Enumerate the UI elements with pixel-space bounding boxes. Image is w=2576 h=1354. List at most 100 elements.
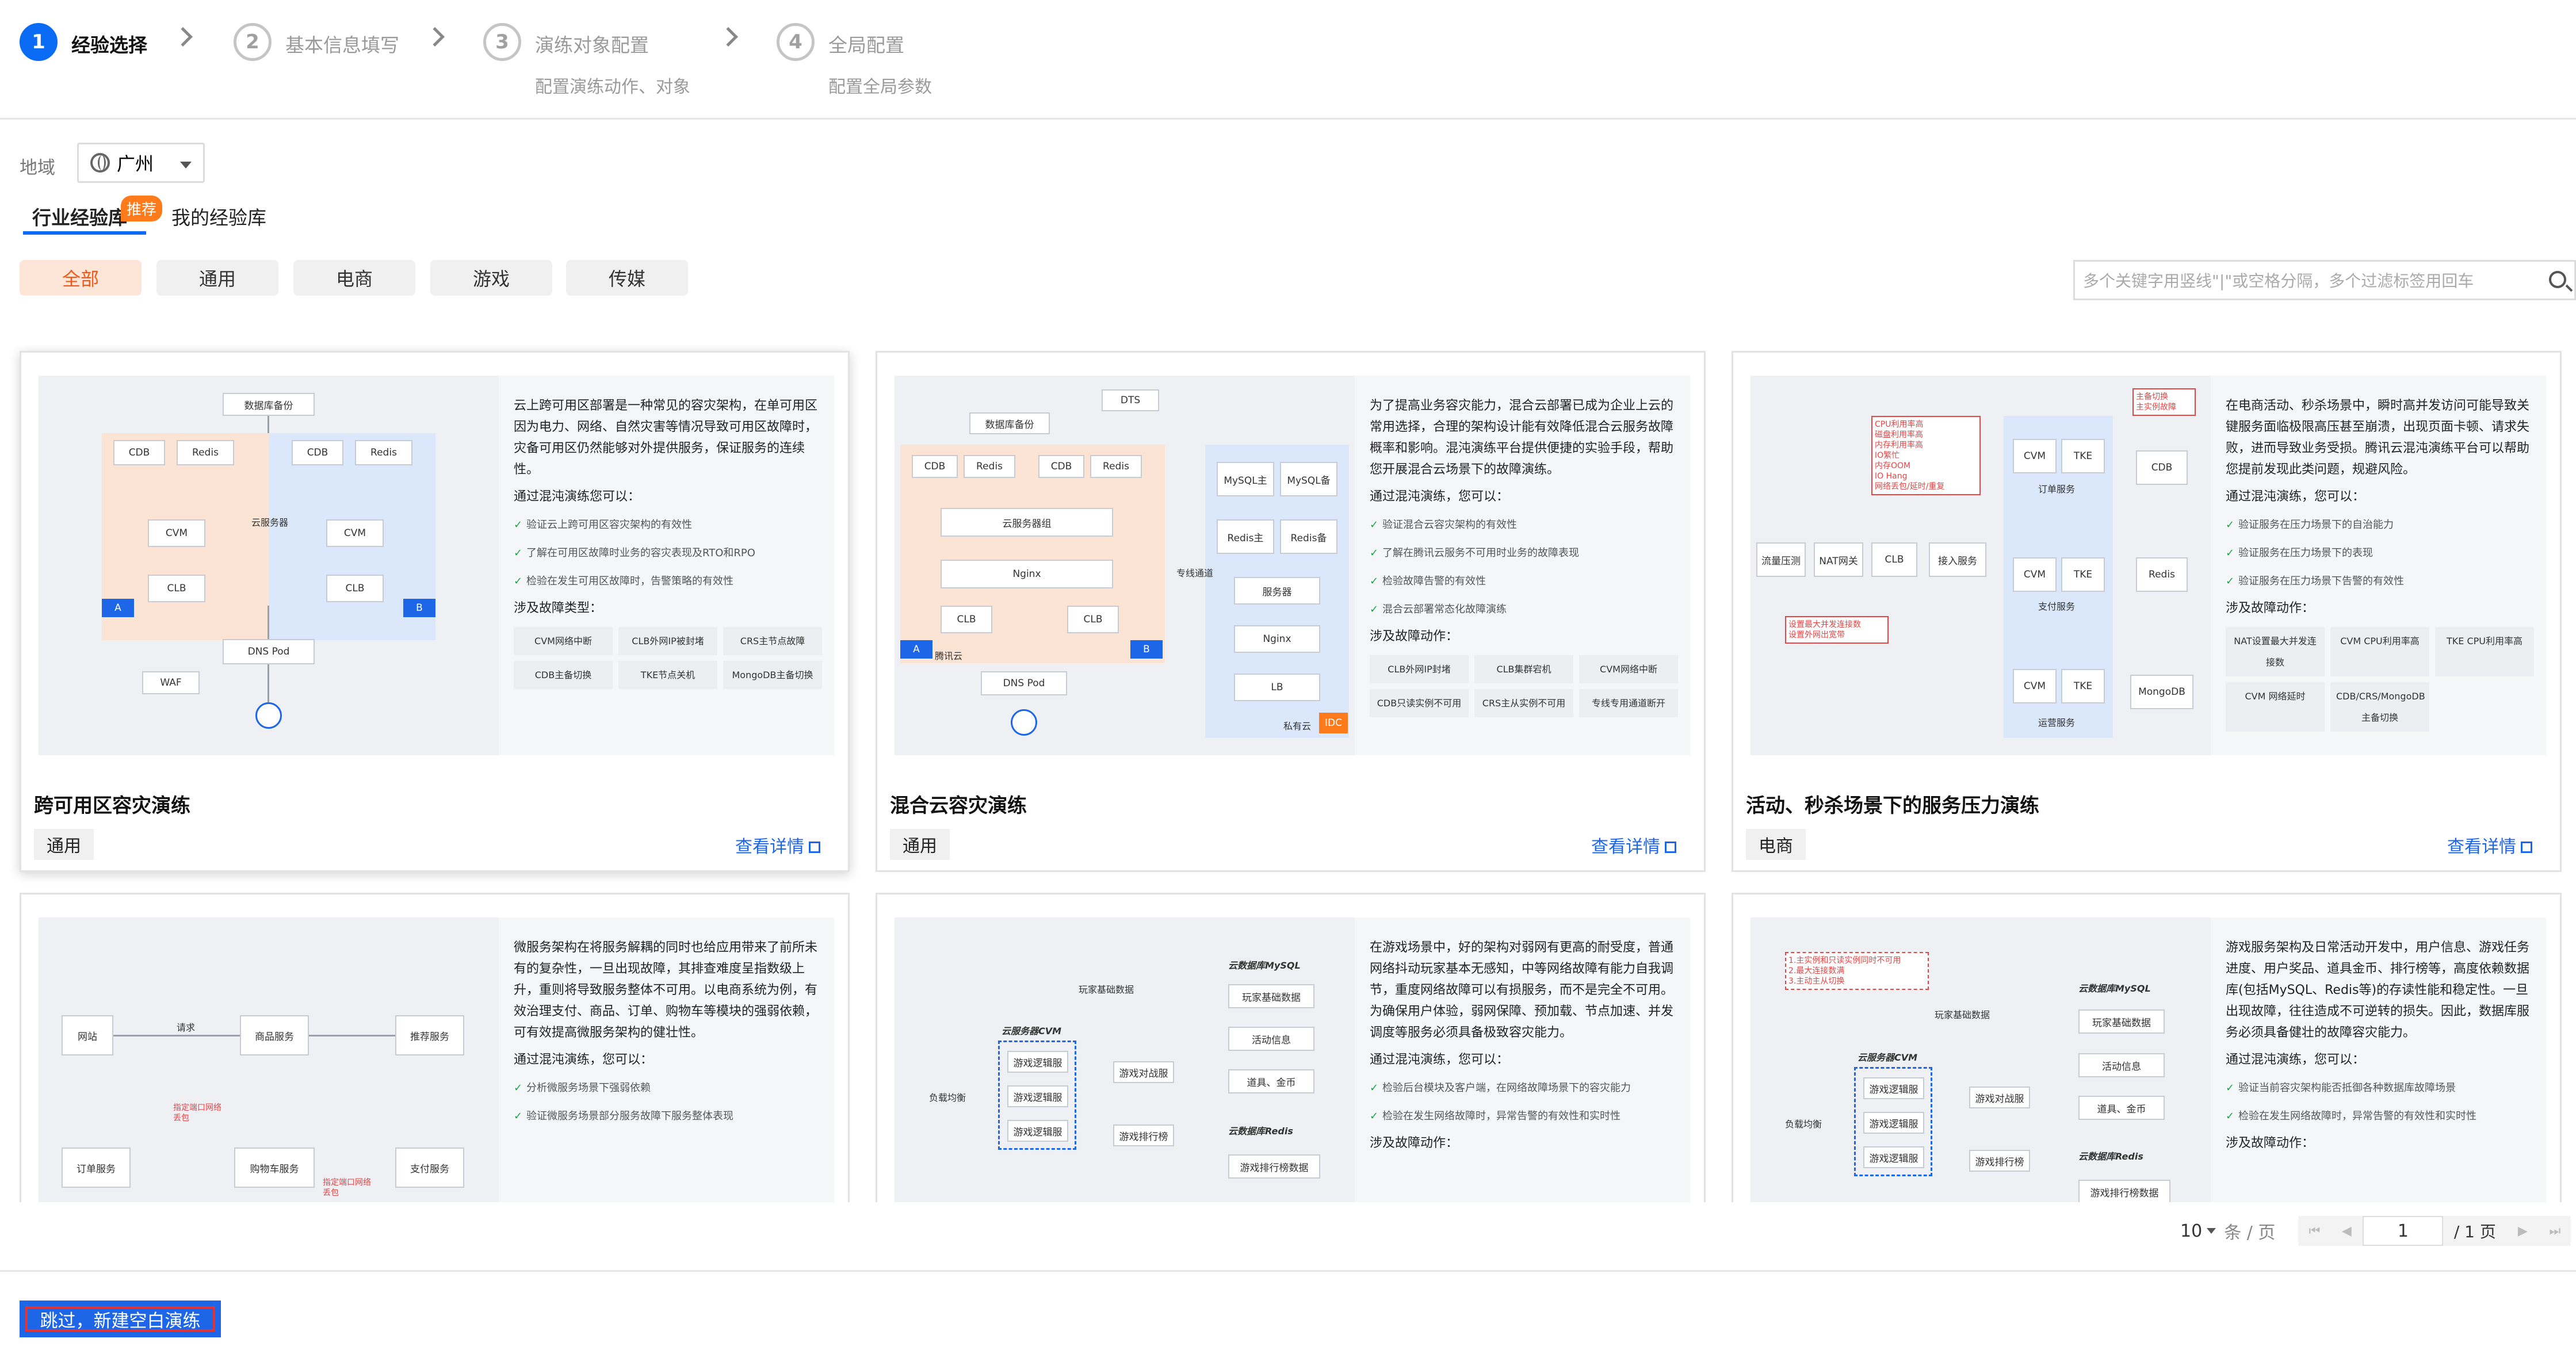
- per-page-label: 条 / 页: [2224, 1223, 2276, 1243]
- card-desc-sub2: 涉及故障类型：: [514, 601, 603, 615]
- step-3[interactable]: 3 演练对象配置 配置演练动作、对象: [483, 23, 690, 98]
- diagram-node: CDB: [2136, 450, 2188, 485]
- step-1[interactable]: 1 经验选择: [20, 23, 147, 61]
- card-description: 云上跨可用区部署是一种常见的容灾架构，在单可用区因为电力、网络、自然灾害等情况导…: [514, 395, 824, 689]
- card-category-tag: 电商: [1746, 829, 1806, 860]
- diagram-node: 玩家基础数据: [1228, 984, 1314, 1008]
- zone-a-badge: A: [900, 640, 932, 659]
- experience-card[interactable]: DTS 数据库备份 CDB Redis CDB Redis 云服务器组 Ngin…: [876, 351, 1706, 872]
- zone-b-badge: B: [1130, 640, 1163, 659]
- alert-item: 3.主动主从切换: [1788, 977, 1845, 986]
- step-1-title: 经验选择: [71, 34, 147, 56]
- diagram-node: 推荐服务: [395, 1015, 464, 1055]
- external-link-icon: [2521, 842, 2532, 853]
- region-select[interactable]: 广州: [77, 143, 205, 183]
- diagram-node: CLB: [148, 575, 205, 602]
- filter-general[interactable]: 通用: [156, 260, 278, 296]
- fault-tag: NAT设置最大并发连接数: [2226, 627, 2325, 676]
- view-details-link[interactable]: 查看详情: [2447, 832, 2532, 858]
- card-description: 在游戏场景中，好的架构对弱网有更高的耐受度，普通网络抖动玩家基本无感知，中等网络…: [1370, 937, 1680, 1154]
- diagram-node: 数据库备份: [223, 393, 315, 416]
- diagram-node: Redis: [964, 455, 1015, 478]
- tab-my-library[interactable]: 我的经验库: [171, 202, 266, 230]
- diagram-node: CLB: [941, 606, 992, 633]
- diagram-node: MySQL主: [1217, 462, 1274, 496]
- experience-card[interactable]: 负载均衡 云服务器CVM 游戏逻辑服 游戏逻辑服 游戏逻辑服 游戏对战服 游戏排…: [876, 893, 1706, 1202]
- diagram-node: NAT网关: [1814, 542, 1863, 577]
- diagram-node: Redis主: [1217, 519, 1274, 554]
- diagram-node: 商品服务: [240, 1015, 309, 1055]
- skip-create-blank-button[interactable]: 跳过，新建空白演练: [20, 1301, 221, 1337]
- card-title: 活动、秒杀场景下的服务压力演练: [1746, 794, 2039, 817]
- search-placeholder: 多个关键字用竖线"|"或空格分隔，多个过滤标签用回车: [2083, 271, 2474, 290]
- external-link-icon: [809, 842, 820, 853]
- diagram-node: 接入服务: [1929, 542, 1986, 577]
- prev-page-button[interactable]: ◀: [2330, 1216, 2363, 1246]
- page-number-input[interactable]: 1: [2363, 1216, 2444, 1246]
- alert-item: 磁盘利用率高: [1875, 430, 1923, 439]
- diagram-node: 活动信息: [2078, 1053, 2165, 1077]
- diagram-node: 数据库备份: [969, 412, 1050, 434]
- architecture-diagram: 1.主实例和只读实例同时不可用 2.最大连接数满 3.主动主从切换 负载均衡 云…: [1751, 917, 2211, 1202]
- last-page-button[interactable]: ⏭: [2539, 1216, 2571, 1246]
- diagram-node: Nginx: [1234, 625, 1320, 653]
- fault-tag: TKE CPU利用率高: [2435, 627, 2534, 676]
- next-page-button[interactable]: ▶: [2506, 1216, 2539, 1246]
- architecture-diagram: 网站 请求 商品服务 推荐服务 订单服务 购物车服务 支付服务 指定端口网络丢包…: [39, 917, 499, 1202]
- step-2[interactable]: 2 基本信息填写: [234, 23, 399, 61]
- filter-media[interactable]: 传媒: [566, 260, 688, 296]
- fault-tag: CLB集群宕机: [1474, 655, 1573, 683]
- search-input[interactable]: 多个关键字用竖线"|"或空格分隔，多个过滤标签用回车: [2073, 260, 2576, 300]
- experience-card[interactable]: CPU利用率高 磁盘利用率高 内存利用率高 IO繁忙 内存OOM IO Hang…: [1732, 351, 2562, 872]
- filter-ecommerce[interactable]: 电商: [293, 260, 415, 296]
- first-page-button[interactable]: ⏮: [2298, 1216, 2331, 1246]
- experience-card[interactable]: 数据库备份 CDB Redis CDB Redis CVM 云服务器 CVM C…: [20, 351, 850, 872]
- diagram-node: CVM: [2013, 669, 2057, 703]
- globe-icon: [90, 153, 110, 173]
- diagram-node: 游戏排行榜: [1969, 1150, 2030, 1172]
- alert-item: 主备切换: [2136, 392, 2168, 401]
- card-category-tag: 通用: [34, 829, 94, 860]
- user-icon: [255, 702, 282, 729]
- experience-card[interactable]: 网站 请求 商品服务 推荐服务 订单服务 购物车服务 支付服务 指定端口网络丢包…: [20, 893, 850, 1202]
- diagram-node: 服务器: [1234, 577, 1320, 605]
- card-point: 了解在可用区故障时业务的容灾表现及RTO和RPO: [514, 542, 824, 564]
- diagram-node: Redis备: [1280, 519, 1337, 554]
- fault-tag: CLB外网IP被封堵: [618, 627, 717, 655]
- diagram-node: CLB: [326, 575, 384, 602]
- fault-tag: CRS主节点故障: [723, 627, 822, 655]
- diagram-node: CVM: [326, 519, 384, 547]
- steps-bar: 1 经验选择 2 基本信息填写 3 演练对象配置 配置演练动作、对象 4 全局配…: [0, 0, 2576, 120]
- page-size-value: 10: [2180, 1221, 2203, 1241]
- diagram-edge: [113, 1035, 240, 1036]
- card-point: 验证服务在压力场景下的表现: [2226, 542, 2536, 564]
- view-details-link[interactable]: 查看详情: [735, 832, 820, 858]
- card-desc-text: 在游戏场景中，好的架构对弱网有更高的耐受度，普通网络抖动玩家基本无感知，中等网络…: [1370, 940, 1674, 1040]
- caret-down-icon: [2207, 1228, 2216, 1234]
- filter-all[interactable]: 全部: [20, 260, 142, 296]
- view-details-link[interactable]: 查看详情: [1591, 832, 1676, 858]
- architecture-diagram: DTS 数据库备份 CDB Redis CDB Redis 云服务器组 Ngin…: [895, 376, 1355, 755]
- card-description: 游戏服务架构及日常活动开发中，用户信息、游戏任务进度、用户奖品、道具金币、排行榜…: [2226, 937, 2536, 1154]
- fault-tag: CDB/CRS/MongoDB主备切换: [2330, 682, 2429, 732]
- diagram-node: 游戏对战服: [1113, 1061, 1174, 1083]
- diagram-node: CVM: [2013, 439, 2057, 473]
- card-thumbnail: DTS 数据库备份 CDB Redis CDB Redis 云服务器组 Ngin…: [895, 376, 1690, 755]
- filter-game[interactable]: 游戏: [430, 260, 552, 296]
- alert-item: 内存利用率高: [1875, 441, 1923, 450]
- experience-card[interactable]: 1.主实例和只读实例同时不可用 2.最大连接数满 3.主动主从切换 负载均衡 云…: [1732, 893, 2562, 1202]
- card-title: 跨可用区容灾演练: [34, 794, 190, 817]
- fault-alert-list: 1.主实例和只读实例同时不可用 2.最大连接数满 3.主动主从切换: [1785, 952, 1929, 990]
- diagram-node: TKE: [2061, 439, 2105, 473]
- tab-industry-library[interactable]: 行业经验库: [32, 202, 127, 230]
- step-4[interactable]: 4 全局配置 配置全局参数: [777, 23, 932, 98]
- page-size-select[interactable]: 10: [2180, 1221, 2216, 1241]
- card-desc-text: 游戏服务架构及日常活动开发中，用户信息、游戏任务进度、用户奖品、道具金币、排行榜…: [2226, 940, 2530, 1040]
- card-description: 在电商活动、秒杀场景中，瞬时高并发访问可能导致关键服务面临极限高压甚至崩溃，出现…: [2226, 395, 2536, 732]
- alert-item: 设置外网出宽带: [1788, 630, 1845, 640]
- search-icon[interactable]: [2549, 271, 2566, 288]
- diagram-label: 运营服务: [2038, 717, 2076, 728]
- card-desc-sub2: 涉及故障动作：: [2226, 601, 2315, 615]
- diagram-label: 支付服务: [2038, 601, 2076, 612]
- step-4-title: 全局配置: [828, 34, 904, 56]
